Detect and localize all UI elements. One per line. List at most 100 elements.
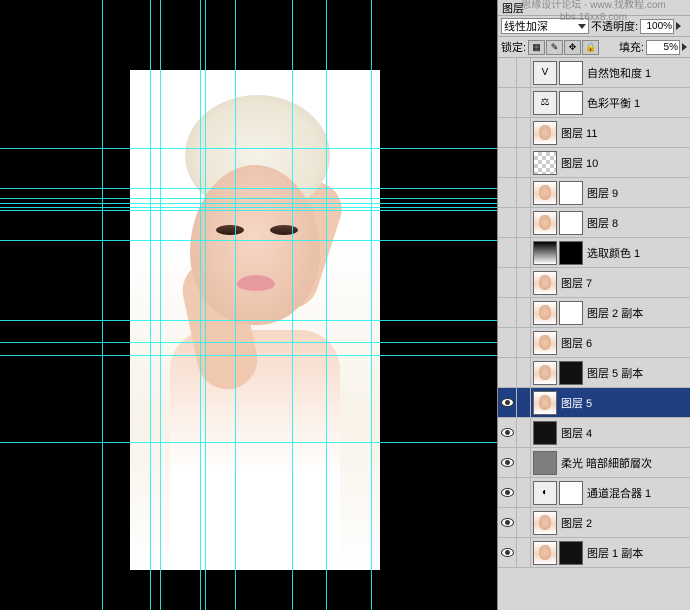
layer-name[interactable]: 图层 2 (557, 515, 592, 531)
layer-row[interactable]: V 自然饱和度 1 (498, 58, 690, 88)
layer-visibility-toggle[interactable] (498, 268, 517, 297)
layer-link-cell[interactable] (517, 328, 531, 357)
layer-thumb[interactable]: ⚖ (533, 91, 557, 115)
layer-visibility-toggle[interactable] (498, 508, 517, 537)
guide-vertical[interactable] (326, 0, 327, 610)
layer-link-cell[interactable] (517, 418, 531, 447)
layer-visibility-toggle[interactable] (498, 148, 517, 177)
layer-thumb[interactable]: ◐ (533, 481, 557, 505)
layer-row[interactable]: 图层 2 副本 (498, 298, 690, 328)
layer-link-cell[interactable] (517, 388, 531, 417)
layer-thumb[interactable] (559, 301, 583, 325)
layer-visibility-toggle[interactable] (498, 388, 517, 417)
layer-thumb[interactable] (533, 331, 557, 355)
layer-thumb[interactable] (533, 301, 557, 325)
layer-row[interactable]: 图层 7 (498, 268, 690, 298)
layer-link-cell[interactable] (517, 298, 531, 327)
layer-row[interactable]: ⚖ 色彩平衡 1 (498, 88, 690, 118)
layer-thumb[interactable] (533, 211, 557, 235)
guide-horizontal[interactable] (0, 203, 497, 204)
layer-link-cell[interactable] (517, 88, 531, 117)
layer-row[interactable]: 图层 4 (498, 418, 690, 448)
layer-thumb[interactable] (533, 271, 557, 295)
layer-thumb[interactable] (559, 541, 583, 565)
layer-name[interactable]: 图层 5 副本 (583, 365, 643, 381)
lock-position-button[interactable]: ✥ (564, 40, 581, 55)
layer-thumb[interactable] (533, 391, 557, 415)
guide-vertical[interactable] (292, 0, 293, 610)
layer-name[interactable]: 色彩平衡 1 (583, 95, 640, 111)
layer-thumb[interactable] (559, 91, 583, 115)
guide-vertical[interactable] (235, 0, 236, 610)
layer-thumb[interactable] (533, 121, 557, 145)
guide-horizontal[interactable] (0, 207, 497, 208)
layer-row[interactable]: 图层 9 (498, 178, 690, 208)
layer-row[interactable]: 图层 10 (498, 148, 690, 178)
layer-link-cell[interactable] (517, 118, 531, 147)
guide-horizontal[interactable] (0, 148, 497, 149)
layer-thumb[interactable] (559, 61, 583, 85)
slider-icon[interactable] (676, 22, 681, 30)
layer-name[interactable]: 图层 5 (557, 395, 592, 411)
layer-visibility-toggle[interactable] (498, 88, 517, 117)
layer-name[interactable]: 自然饱和度 1 (583, 65, 651, 81)
layer-link-cell[interactable] (517, 268, 531, 297)
guide-vertical[interactable] (371, 0, 372, 610)
layer-name[interactable]: 图层 4 (557, 425, 592, 441)
layer-visibility-toggle[interactable] (498, 478, 517, 507)
layer-row[interactable]: 图层 5 副本 (498, 358, 690, 388)
layer-thumb[interactable] (559, 241, 583, 265)
layer-link-cell[interactable] (517, 208, 531, 237)
opacity-input[interactable]: 100% (640, 19, 674, 34)
layer-visibility-toggle[interactable] (498, 178, 517, 207)
layer-visibility-toggle[interactable] (498, 118, 517, 147)
layer-row[interactable]: 选取颜色 1 (498, 238, 690, 268)
layer-row[interactable]: 图层 8 (498, 208, 690, 238)
layer-visibility-toggle[interactable] (498, 58, 517, 87)
lock-paint-button[interactable]: ✎ (546, 40, 563, 55)
layer-thumb[interactable] (559, 481, 583, 505)
layer-thumb[interactable] (533, 241, 557, 265)
canvas[interactable] (0, 0, 497, 610)
slider-icon[interactable] (682, 43, 687, 51)
guide-horizontal[interactable] (0, 442, 497, 443)
layer-visibility-toggle[interactable] (498, 328, 517, 357)
layer-name[interactable]: 图层 9 (583, 185, 618, 201)
layer-thumb[interactable]: V (533, 61, 557, 85)
guide-horizontal[interactable] (0, 210, 497, 211)
layer-row[interactable]: 图层 2 (498, 508, 690, 538)
layer-thumb[interactable] (533, 181, 557, 205)
layer-thumb[interactable] (533, 511, 557, 535)
layer-link-cell[interactable] (517, 238, 531, 267)
layer-row[interactable]: 柔光 暗部細節層次 (498, 448, 690, 478)
layer-visibility-toggle[interactable] (498, 358, 517, 387)
layer-row[interactable]: ◐通道混合器 1 (498, 478, 690, 508)
guide-vertical[interactable] (205, 0, 206, 610)
layer-link-cell[interactable] (517, 358, 531, 387)
guide-vertical[interactable] (150, 0, 151, 610)
layer-name[interactable]: 图层 7 (557, 275, 592, 291)
layer-thumb[interactable] (559, 181, 583, 205)
guide-vertical[interactable] (102, 0, 103, 610)
layer-row[interactable]: 图层 11 (498, 118, 690, 148)
layer-link-cell[interactable] (517, 478, 531, 507)
layer-name[interactable]: 图层 6 (557, 335, 592, 351)
layer-visibility-toggle[interactable] (498, 238, 517, 267)
layer-visibility-toggle[interactable] (498, 418, 517, 447)
guide-horizontal[interactable] (0, 240, 497, 241)
layer-name[interactable]: 图层 8 (583, 215, 618, 231)
layer-visibility-toggle[interactable] (498, 538, 517, 567)
layer-name[interactable]: 柔光 暗部細節層次 (557, 455, 652, 471)
panel-tab-layers[interactable]: 图层 (498, 0, 690, 16)
guide-horizontal[interactable] (0, 198, 497, 199)
guide-vertical[interactable] (200, 0, 201, 610)
fill-input[interactable]: 5% (646, 40, 680, 55)
guide-horizontal[interactable] (0, 355, 497, 356)
layer-visibility-toggle[interactable] (498, 298, 517, 327)
guide-horizontal[interactable] (0, 188, 497, 189)
layer-visibility-toggle[interactable] (498, 448, 517, 477)
layer-name[interactable]: 图层 2 副本 (583, 305, 643, 321)
layer-name[interactable]: 选取颜色 1 (583, 245, 640, 261)
layer-link-cell[interactable] (517, 448, 531, 477)
layer-name[interactable]: 图层 1 副本 (583, 545, 643, 561)
